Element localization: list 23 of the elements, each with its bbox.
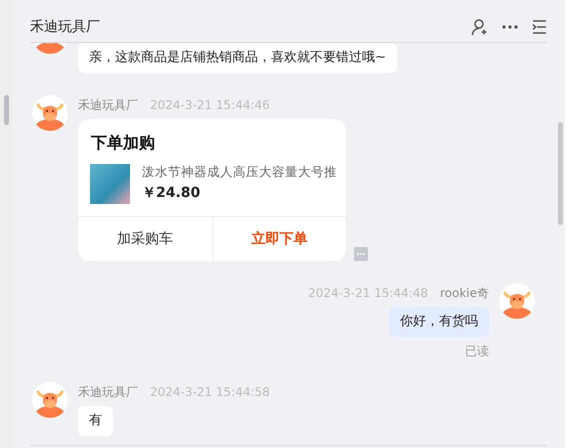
scrollbar[interactable]	[4, 95, 9, 125]
card-title: 下单加购	[90, 132, 156, 154]
sender-name: 禾迪玩具厂	[78, 384, 138, 400]
sender-name: 禾迪玩具厂	[78, 97, 138, 113]
sender-name: rookie奇	[440, 285, 489, 301]
message-bubble: 有	[78, 406, 113, 436]
timestamp: 2024-3-21 15:44:58	[150, 384, 270, 400]
timestamp: 2024-3-21 15:44:48	[308, 285, 428, 301]
message-bubble: 亲，这款商品是店铺热销商品，喜欢就不要错过哦~	[78, 43, 397, 73]
card-action-button[interactable]: 立即下单	[212, 217, 346, 261]
avatar[interactable]	[499, 283, 535, 319]
timestamp: 2024-3-21 15:44:46	[150, 97, 270, 113]
read-receipt: 已读	[465, 343, 489, 360]
product-price: ￥24.80	[142, 184, 202, 202]
message-bubble: 你好，有货吗	[389, 307, 489, 337]
avatar[interactable]	[32, 382, 68, 418]
product-name[interactable]: 泼水节神器成人高压大容量大号推	[142, 164, 337, 181]
menu-icon[interactable]	[531, 19, 547, 35]
add-user-icon[interactable]	[471, 18, 489, 36]
chat-title: 禾迪玩具厂	[30, 18, 100, 36]
product-photo-placeholder[interactable]	[90, 164, 130, 204]
avatar[interactable]	[32, 95, 68, 131]
scrollbar[interactable]	[558, 122, 563, 225]
